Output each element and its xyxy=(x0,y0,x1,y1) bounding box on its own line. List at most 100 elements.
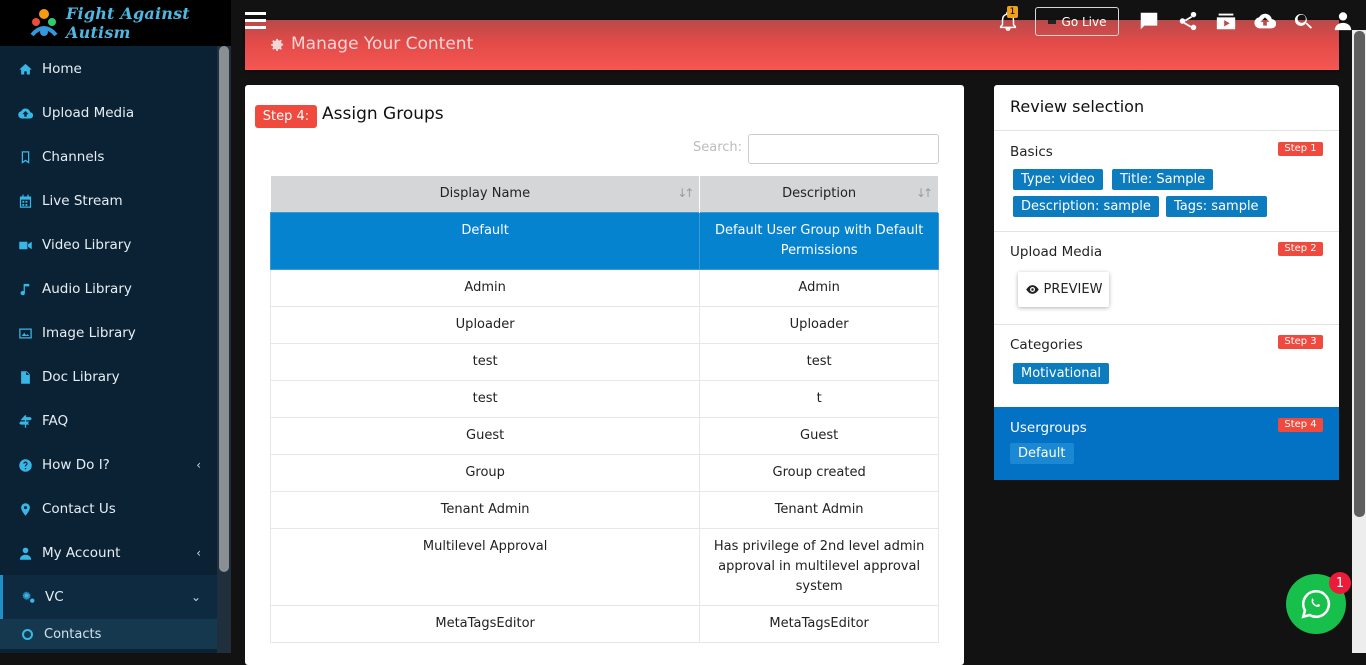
sort-icon[interactable]: ↓↑ xyxy=(677,186,694,202)
sidebar-item-label: FAQ xyxy=(42,413,69,429)
sort-icon[interactable]: ↓↑ xyxy=(916,186,933,202)
sidebar-item-video-library[interactable]: Video Library xyxy=(0,223,217,267)
preview-button[interactable]: PREVIEW xyxy=(1018,272,1109,307)
sidebar-item-doc-library[interactable]: Doc Library xyxy=(0,355,217,399)
search-label: Search: xyxy=(693,140,743,155)
tag-title: Title: Sample xyxy=(1112,169,1214,190)
circle-icon xyxy=(22,628,33,640)
review-section-categories: Categories Step 3 Motivational xyxy=(994,324,1339,407)
chevron-icon[interactable]: ‹ xyxy=(196,546,201,560)
table-row[interactable]: Tenant Admin Tenant Admin xyxy=(269,490,939,529)
signpost-icon xyxy=(17,413,33,429)
cloud-upload-icon[interactable] xyxy=(1252,8,1278,34)
sidebar-scroll-thumb[interactable] xyxy=(219,46,229,572)
cell-description: Guest xyxy=(699,416,939,455)
sidebar-item-label: Channels xyxy=(42,149,105,165)
calendar-icon xyxy=(17,193,33,209)
sidebar-item-label: Contact Us xyxy=(42,501,116,517)
chat-message-icon[interactable] xyxy=(1136,8,1162,34)
sidebar-item-live-stream[interactable]: Live Stream xyxy=(0,179,217,223)
cell-display-name: Multilevel Approval xyxy=(269,527,701,606)
cell-description: t xyxy=(699,379,939,418)
table-row[interactable]: Uploader Uploader xyxy=(269,305,939,344)
table-row[interactable]: MetaTagsEditor MetaTagsEditor xyxy=(269,604,939,643)
home-icon xyxy=(17,61,33,77)
column-header-description[interactable]: Description ↓↑ xyxy=(699,176,939,212)
step-2-badge: Step 2 xyxy=(1278,242,1323,256)
video-library-icon[interactable] xyxy=(1213,8,1239,34)
sidebar-item-label: My Account xyxy=(42,545,121,561)
camera-icon xyxy=(1047,19,1056,24)
sidebar-item-contact-us[interactable]: Contact Us xyxy=(0,487,217,531)
table-row[interactable]: Group Group created xyxy=(269,453,939,492)
step-1-badge: Step 1 xyxy=(1278,142,1323,156)
sidebar-item-label: Home xyxy=(42,61,82,77)
column-header-display-name[interactable]: Display Name ↓↑ xyxy=(270,176,701,212)
page-scroll-thumb[interactable] xyxy=(1354,31,1365,517)
cell-description: Group created xyxy=(699,453,939,492)
cell-description: Default User Group with Default Permissi… xyxy=(699,211,939,270)
sidebar-item-upload-media[interactable]: Upload Media xyxy=(0,91,217,135)
sidebar-item-vc[interactable]: VC ⌄ xyxy=(0,575,217,619)
tag-type: Type: video xyxy=(1013,169,1103,190)
cloud-upload-icon xyxy=(17,105,33,121)
table-row[interactable]: test t xyxy=(269,379,939,418)
review-section-usergroups: Usergroups Step 4 Default xyxy=(994,407,1339,480)
hamburger-menu-icon[interactable] xyxy=(245,12,266,30)
cell-display-name: Admin xyxy=(269,268,701,307)
sidebar-item-label: Video Library xyxy=(42,237,132,253)
music-icon xyxy=(17,281,33,297)
table-row[interactable]: Default Default User Group with Default P… xyxy=(269,211,939,270)
search-input[interactable] xyxy=(748,134,939,164)
sidebar-item-label: Live Stream xyxy=(42,193,123,209)
notification-badge: 1 xyxy=(1007,6,1018,18)
logo-text: Fight Against Autism xyxy=(66,4,190,42)
sidebar-item-faq[interactable]: FAQ xyxy=(0,399,217,443)
search-icon[interactable] xyxy=(1291,8,1317,34)
sidebar-item-label: How Do I? xyxy=(42,457,110,473)
cell-display-name: Uploader xyxy=(269,305,701,344)
step-4-badge: Step 4 xyxy=(1278,418,1323,432)
table-row[interactable]: Admin Admin xyxy=(269,268,939,307)
gear-icon xyxy=(271,38,284,51)
sidebar-item-label: VC xyxy=(45,589,64,605)
sidebar-subitem-label: Contacts xyxy=(44,626,102,642)
sidebar-item-home[interactable]: Home xyxy=(0,47,217,91)
cell-display-name: test xyxy=(269,342,701,381)
share-icon[interactable] xyxy=(1175,8,1201,34)
cell-display-name: Tenant Admin xyxy=(269,490,701,529)
video-camera-icon xyxy=(17,237,33,253)
cell-display-name: test xyxy=(269,379,701,418)
bookmark-icon xyxy=(17,149,33,165)
sidebar-item-label: Upload Media xyxy=(42,105,135,121)
table-row[interactable]: Multilevel Approval Has privilege of 2nd … xyxy=(269,527,939,606)
sidebar-item-how-do-i[interactable]: How Do I? ‹ xyxy=(0,443,217,487)
step-badge: Step 4: xyxy=(255,105,317,128)
image-icon xyxy=(17,325,33,341)
tag-description: Description: sample xyxy=(1013,196,1159,217)
logo[interactable]: Fight Against Autism xyxy=(0,0,231,46)
cogs-icon xyxy=(20,589,36,605)
go-live-button[interactable]: Go Live xyxy=(1035,7,1119,36)
chevron-icon[interactable]: ⌄ xyxy=(191,590,201,604)
cell-display-name: MetaTagsEditor xyxy=(269,604,701,643)
sidebar-item-my-account[interactable]: My Account ‹ xyxy=(0,531,217,575)
review-section-basics: Basics Step 1 Type: video Title: Sample … xyxy=(994,130,1339,231)
page-title: Manage Your Content xyxy=(270,34,473,54)
map-marker-icon xyxy=(17,501,33,517)
logo-mark-icon xyxy=(26,5,62,41)
sidebar-item-audio-library[interactable]: Audio Library xyxy=(0,267,217,311)
cell-display-name: Default xyxy=(269,211,701,270)
question-icon xyxy=(17,457,33,473)
table-row[interactable]: Guest Guest xyxy=(269,416,939,455)
sidebar-subitem-contacts[interactable]: Contacts xyxy=(0,619,217,649)
chevron-icon[interactable]: ‹ xyxy=(196,458,201,472)
tag-category: Motivational xyxy=(1013,363,1110,384)
sidebar-item-label: Image Library xyxy=(42,325,136,341)
sidebar-item-image-library[interactable]: Image Library xyxy=(0,311,217,355)
sidebar-item-label: Audio Library xyxy=(42,281,132,297)
table-row[interactable]: test test xyxy=(269,342,939,381)
cell-description: Uploader xyxy=(699,305,939,344)
cell-display-name: Group xyxy=(269,453,701,492)
sidebar-item-channels[interactable]: Channels xyxy=(0,135,217,179)
